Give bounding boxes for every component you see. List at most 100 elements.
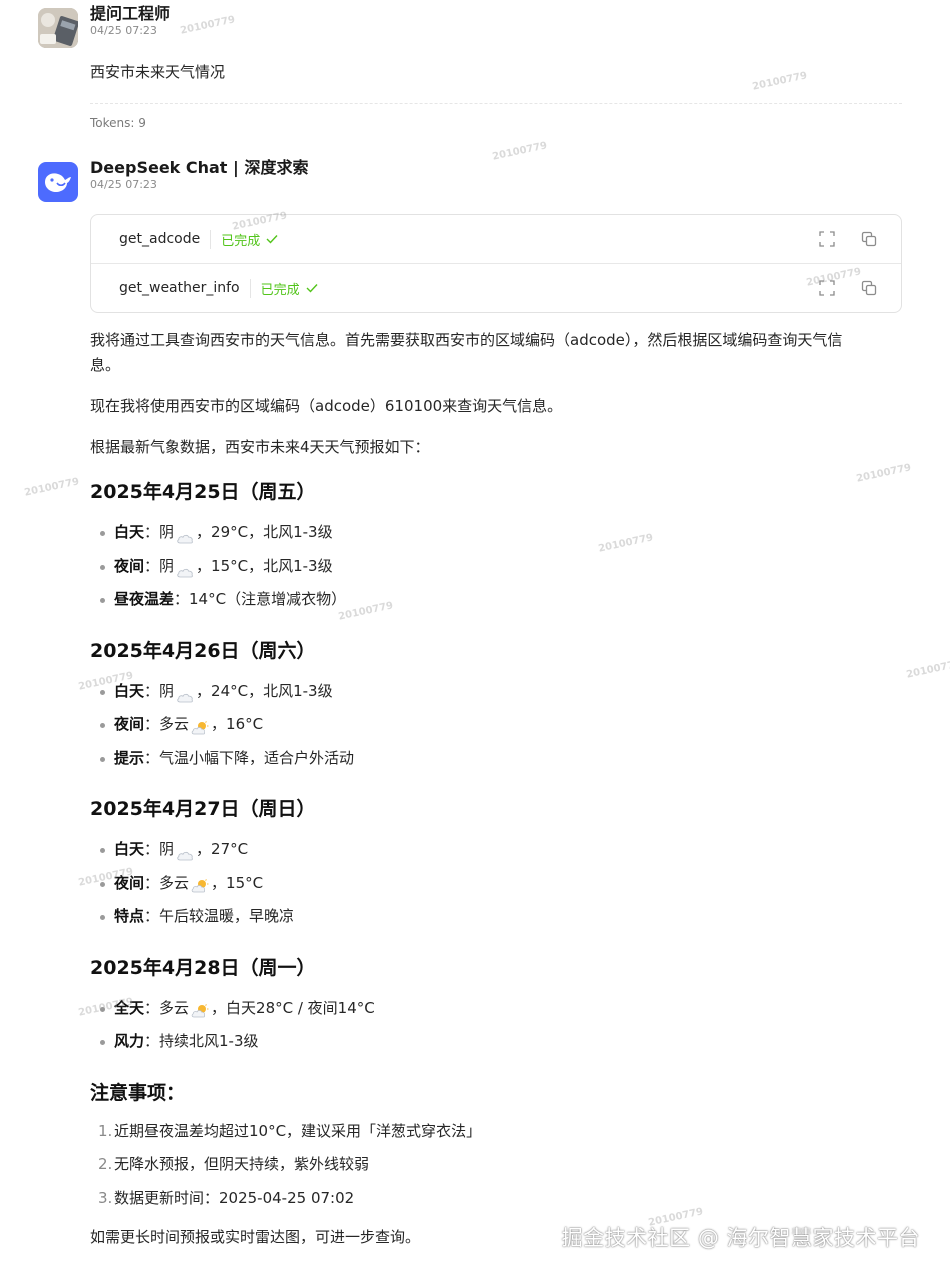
forecast-label: 昼夜温差 <box>114 590 175 608</box>
tool-calls-panel: get_adcode 已完成 get_weather_info 已完成 <box>90 214 902 313</box>
forecast-item: 白天：阴 ，24°C，北风1-3级 <box>90 679 900 713</box>
expand-icon[interactable] <box>819 280 835 296</box>
user-avatar[interactable] <box>38 8 78 48</box>
forecast-text: ：多云 <box>144 998 190 1017</box>
bot-name: DeepSeek Chat | 深度求索 <box>90 158 309 177</box>
user-message-time: 04/25 07:23 <box>90 24 157 37</box>
check-icon <box>306 284 318 293</box>
day-forecast-list: 白天：阴 ，27°C 夜间：多云 ，15°C 特点：午后较温暖，早晚凉 <box>90 837 900 938</box>
answer-paragraph: 我将通过工具查询西安市的天气信息。首先需要获取西安市的区域编码（adcode），… <box>90 328 900 378</box>
forecast-label: 白天 <box>114 523 145 541</box>
tool-status-label: 已完成 <box>221 233 261 249</box>
answer-paragraph: 根据最新气象数据，西安市未来4天天气预报如下： <box>90 438 430 456</box>
forecast-label: 风力 <box>114 1032 145 1050</box>
forecast-label: 夜间 <box>114 873 145 892</box>
forecast-item: 夜间：多云 ，16°C <box>90 712 900 746</box>
forecast-item: 昼夜温差：14°C（注意增减衣物） <box>90 587 900 621</box>
paragraph-text: 息。 <box>90 356 121 374</box>
forecast-text: ：午后较温暖，早晚凉 <box>144 907 295 925</box>
forecast-text: ，白天28°C / 夜间14°C <box>211 998 375 1017</box>
forecast-text: ，16°C <box>211 715 264 733</box>
forecast-text: ，24°C，北风1-3级 <box>196 681 333 700</box>
token-count: Tokens: 9 <box>90 116 146 130</box>
user-avatar-image <box>38 8 78 48</box>
forecast-text: ：14°C（注意增减衣物） <box>174 590 347 608</box>
message-divider <box>90 103 902 104</box>
paragraph-text: 我将通过工具查询西安市的天气信息。首先需要获取西安市的区域编码（adcode），… <box>90 331 843 349</box>
forecast-item: 风力：持续北风1-3级 <box>90 1029 900 1063</box>
forecast-item: 全天：多云 ，白天28°C / 夜间14°C <box>90 996 900 1030</box>
cloud-icon <box>176 686 194 702</box>
whale-logo-icon <box>45 173 71 192</box>
forecast-text: ：多云 <box>144 715 190 733</box>
expand-icon[interactable] <box>819 231 835 247</box>
footer-watermark: 掘金技术社区 @ 海尔智慧家技术平台 <box>561 1226 920 1250</box>
forecast-text: ，27°C <box>196 840 249 858</box>
forecast-label: 白天 <box>114 681 145 700</box>
note-number: 3. <box>98 1188 113 1207</box>
day-forecast-list: 白天：阴 ，24°C，北风1-3级夜间：多云 ，16°C 提示：气温小幅下降，适合户外… <box>90 679 900 780</box>
forecast-text: ：多云 <box>144 873 190 892</box>
tool-status: 已完成 <box>210 229 278 249</box>
forecast-label: 夜间 <box>114 556 145 575</box>
day-heading: 2025年4月26日（周六） <box>90 639 316 662</box>
forecast-days: 2025年4月25日（周五） 白天：阴 ，29°C，北风1-3级 夜间：阴 ，15°C，… <box>90 476 900 1063</box>
note-item: 3. 数据更新时间：2025-04-25 07:02 <box>90 1186 900 1220</box>
day-heading: 2025年4月27日（周日） <box>90 798 316 820</box>
forecast-label: 夜间 <box>114 715 145 733</box>
sun-behind-cloud-icon <box>191 876 209 893</box>
copy-icon[interactable] <box>861 231 877 247</box>
forecast-text: ：气温小幅下降，适合户外活动 <box>144 748 355 767</box>
note-text: 数据更新时间：2025-04-25 07:02 <box>114 1188 355 1207</box>
forecast-item: 白天：阴 ，27°C <box>90 837 900 871</box>
copy-icon[interactable] <box>861 280 877 296</box>
note-text: 无降水预报，但阴天持续，紫外线较弱 <box>114 1155 370 1173</box>
tool-status: 已完成 <box>249 278 318 298</box>
day-heading: 2025年4月25日（周五） <box>90 481 316 503</box>
cloud-icon <box>176 844 194 861</box>
forecast-label: 白天 <box>114 840 145 858</box>
sun-behind-cloud-icon <box>191 1001 209 1018</box>
tool-call-get-weather-info[interactable]: get_weather_info 已完成 <box>91 263 901 312</box>
forecast-item: 夜间：阴 ，15°C，北风1-3级 <box>90 554 900 588</box>
forecast-text: ：阴 <box>144 840 175 858</box>
note-text: 近期昼夜温差均超过10°C，建议采用「洋葱式穿衣法」 <box>114 1121 482 1140</box>
forecast-text: ：阴 <box>144 681 175 700</box>
forecast-item: 提示：气温小幅下降，适合户外活动 <box>90 746 900 780</box>
forecast-text: ，15°C <box>211 873 264 892</box>
check-icon <box>266 235 278 244</box>
note-item: 1. 近期昼夜温差均超过10°C，建议采用「洋葱式穿衣法」 <box>90 1119 900 1153</box>
forecast-label: 全天 <box>114 998 145 1017</box>
tool-status-label: 已完成 <box>260 282 300 298</box>
bot-message: DeepSeek Chat | 深度求索 04/25 07:23 get_adc… <box>38 158 902 1272</box>
user-message-text: 西安市未来天气情况 <box>90 63 226 81</box>
notes-heading: 注意事项： <box>90 1081 186 1104</box>
forecast-text: ：持续北风1-3级 <box>144 1032 259 1050</box>
forecast-text: ，29°C，北风1-3级 <box>196 523 333 541</box>
note-number: 2. <box>98 1155 113 1173</box>
notes-list: 1. 近期昼夜温差均超过10°C，建议采用「洋葱式穿衣法」 2. 无降水预报，但阴天持… <box>90 1119 900 1220</box>
forecast-text: ：阴 <box>144 556 175 575</box>
forecast-text: ，15°C，北风1-3级 <box>196 556 333 575</box>
forecast-item: 特点：午后较温暖，早晚凉 <box>90 904 900 938</box>
forecast-text: ：阴 <box>144 523 175 541</box>
bot-avatar[interactable] <box>38 162 78 202</box>
note-item: 2. 无降水预报，但阴天持续，紫外线较弱 <box>90 1152 900 1186</box>
tool-call-get-adcode[interactable]: get_adcode 已完成 <box>91 215 901 263</box>
day-heading: 2025年4月28日（周一） <box>90 956 316 979</box>
tool-name: get_adcode <box>119 231 201 247</box>
tool-name: get_weather_info <box>119 280 240 296</box>
bot-answer: 我将通过工具查询西安市的天气信息。首先需要获取西安市的区域编码（adcode），… <box>90 328 900 1250</box>
forecast-item: 白天：阴 ，29°C，北风1-3级 <box>90 520 900 554</box>
sun-behind-cloud-icon <box>191 718 209 734</box>
day-forecast-list: 全天：多云 ，白天28°C / 夜间14°C 风力：持续北风1-3级 <box>90 996 900 1063</box>
forecast-item: 夜间：多云 ，15°C <box>90 871 900 905</box>
note-number: 1. <box>98 1121 113 1140</box>
user-name: 提问工程师 <box>90 4 171 23</box>
forecast-label: 特点 <box>114 907 145 925</box>
bot-message-time: 04/25 07:23 <box>90 178 157 191</box>
answer-paragraph: 现在我将使用西安市的区域编码（adcode）610100来查询天气信息。 <box>90 397 563 415</box>
cloud-icon <box>176 561 194 577</box>
watermark-code: 20100779 <box>905 658 950 681</box>
user-message: 提问工程师 04/25 07:23 西安市未来天气情况 Tokens: 9 <box>38 4 902 138</box>
